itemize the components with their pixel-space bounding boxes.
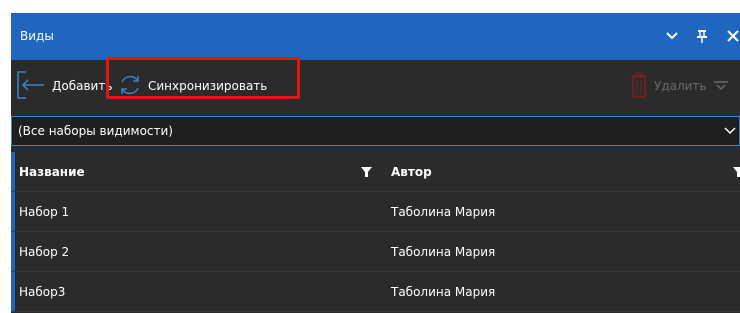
chevron-down-icon [723, 124, 737, 141]
delete-button-label: Удалить [654, 79, 707, 93]
views-panel: Виды Добавить Синхронизировать Удалить (… [11, 13, 740, 313]
add-button[interactable]: Добавить [14, 60, 112, 112]
table-header: Название Автор [11, 152, 740, 192]
add-panel-icon [14, 68, 48, 105]
panel-title: Виды [20, 29, 54, 43]
row-author: Таболина Мария [391, 245, 496, 259]
chevron-down-icon[interactable] [665, 28, 679, 47]
column-header-author[interactable]: Автор [391, 152, 432, 192]
title-bar: Виды [11, 13, 740, 60]
row-name: Набор3 [19, 285, 66, 299]
filter-icon[interactable] [733, 166, 740, 181]
row-name: Набор 2 [19, 245, 70, 259]
visibility-set-dropdown[interactable]: (Все наборы видимости) [11, 116, 740, 146]
sync-icon [117, 72, 143, 101]
table-row[interactable]: Набор 1 Таболина Мария [11, 192, 740, 232]
views-table: Название Автор Набор 1 Таболина Мария На… [11, 152, 740, 313]
table-row[interactable]: Набор3 Таболина Мария [11, 272, 740, 312]
trash-icon [628, 68, 650, 105]
row-name: Набор 1 [19, 205, 70, 219]
visibility-set-selected: (Все наборы видимости) [18, 124, 173, 138]
row-author: Таболина Мария [391, 205, 496, 219]
close-icon[interactable] [725, 28, 740, 47]
add-button-label: Добавить [52, 79, 113, 93]
sync-button[interactable]: Синхронизировать [117, 60, 267, 112]
sync-button-label: Синхронизировать [148, 79, 268, 93]
delete-button[interactable]: Удалить [628, 60, 707, 112]
toolbar: Добавить Синхронизировать Удалить [11, 60, 740, 112]
row-author: Таболина Мария [391, 285, 496, 299]
column-header-name[interactable]: Название [19, 152, 85, 192]
overflow-chevron-icon[interactable] [714, 60, 728, 112]
table-row[interactable]: Набор 2 Таболина Мария [11, 232, 740, 272]
pin-icon[interactable] [695, 28, 709, 47]
filter-icon[interactable] [361, 166, 372, 181]
